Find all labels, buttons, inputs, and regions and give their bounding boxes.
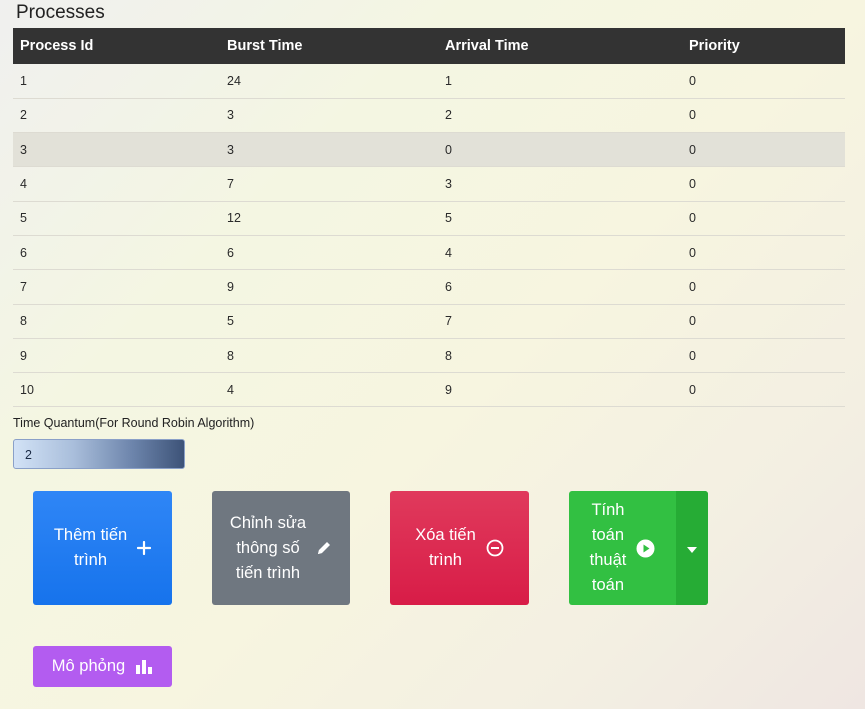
edit-process-label-line: thông số	[236, 538, 300, 557]
cell-priority: 0	[689, 142, 696, 157]
bar-chart-icon	[135, 659, 153, 675]
cell-burst-time: 24	[227, 73, 241, 88]
table-row[interactable]: 8 5 7 0	[13, 304, 845, 339]
edit-process-label: Chỉnh sửa thông số tiến trình	[230, 511, 306, 586]
add-process-label-line: Thêm tiến	[53, 526, 128, 544]
delete-process-label-line: Xóa tiến	[415, 526, 476, 544]
cell-arrival-time: 5	[445, 211, 452, 226]
table-row[interactable]: 9 8 8 0	[13, 338, 845, 373]
table-row[interactable]: 1 24 1 0	[13, 64, 845, 99]
cell-priority: 0	[689, 382, 696, 397]
cell-burst-time: 6	[227, 245, 234, 260]
cell-process-id: 2	[20, 108, 27, 123]
cell-arrival-time: 3	[445, 177, 452, 192]
cell-priority: 0	[689, 73, 696, 88]
calculate-label-line: toán	[591, 576, 625, 594]
process-table: Process Id Burst Time Arrival Time Prior…	[13, 28, 845, 407]
calculate-algorithm-label: Tính toán thuật toán	[590, 498, 627, 598]
cell-priority: 0	[689, 245, 696, 260]
cell-process-id: 3	[20, 142, 27, 157]
simulate-label: Mô phỏng	[51, 657, 126, 675]
play-circle-icon	[636, 539, 655, 558]
calculate-label-line: Tính	[591, 501, 625, 519]
cell-process-id: 5	[20, 211, 27, 226]
header-arrival-time[interactable]: Arrival Time	[438, 28, 682, 64]
cell-arrival-time: 2	[445, 108, 452, 123]
table-row-selected[interactable]: 3 3 0 0	[13, 132, 845, 167]
cell-burst-time: 9	[227, 279, 234, 294]
cell-arrival-time: 4	[445, 245, 452, 260]
cell-priority: 0	[689, 279, 696, 294]
table-row[interactable]: 5 12 5 0	[13, 201, 845, 236]
add-process-button[interactable]: Thêm tiến trình	[33, 491, 172, 605]
minus-circle-icon	[486, 539, 504, 557]
cell-burst-time: 5	[227, 314, 234, 329]
cell-burst-time: 8	[227, 348, 234, 363]
cell-priority: 0	[689, 211, 696, 226]
cell-process-id: 7	[20, 279, 27, 294]
pencil-icon	[316, 540, 332, 556]
page-title: Processes	[16, 2, 105, 23]
cell-priority: 0	[689, 177, 696, 192]
header-burst-time[interactable]: Burst Time	[220, 28, 438, 64]
table-header-row: Process Id Burst Time Arrival Time Prior…	[13, 28, 845, 64]
table-row[interactable]: 10 4 9 0	[13, 373, 845, 407]
add-process-label: Thêm tiến trình	[54, 523, 127, 573]
table-row[interactable]: 2 3 2 0	[13, 98, 845, 133]
header-process-id[interactable]: Process Id	[13, 28, 220, 64]
cell-process-id: 8	[20, 314, 27, 329]
calculate-dropdown-toggle[interactable]	[676, 491, 708, 605]
cell-arrival-time: 9	[445, 382, 452, 397]
cell-arrival-time: 1	[445, 73, 452, 88]
table-row[interactable]: 7 9 6 0	[13, 270, 845, 305]
calculate-label-line: toán	[591, 526, 625, 544]
cell-burst-time: 3	[227, 108, 234, 123]
cell-arrival-time: 6	[445, 279, 452, 294]
cell-process-id: 9	[20, 348, 27, 363]
delete-process-button[interactable]: Xóa tiến trình	[390, 491, 529, 605]
delete-process-label-line: trình	[428, 551, 462, 569]
calculate-algorithm-split-button: Tính toán thuật toán	[569, 491, 708, 605]
cell-arrival-time: 0	[445, 142, 452, 157]
cell-arrival-time: 7	[445, 314, 452, 329]
edit-process-label-line: tiến trình	[235, 563, 301, 582]
cell-burst-time: 7	[227, 177, 234, 192]
calculate-algorithm-button[interactable]: Tính toán thuật toán	[569, 491, 676, 605]
cell-priority: 0	[689, 314, 696, 329]
delete-process-label: Xóa tiến trình	[415, 523, 476, 573]
cell-process-id: 10	[20, 382, 34, 397]
cell-burst-time: 4	[227, 382, 234, 397]
caret-down-icon	[687, 536, 697, 561]
time-quantum-label: Time Quantum(For Round Robin Algorithm)	[13, 416, 255, 430]
cell-process-id: 4	[20, 177, 27, 192]
plus-icon	[137, 541, 152, 555]
add-process-label-line: trình	[73, 551, 108, 569]
time-quantum-input[interactable]: 2	[13, 439, 185, 469]
calculate-label-line: thuật	[589, 551, 627, 569]
cell-priority: 0	[689, 108, 696, 123]
cell-process-id: 6	[20, 245, 27, 260]
simulate-button[interactable]: Mô phỏng	[33, 646, 172, 687]
table-row[interactable]: 6 6 4 0	[13, 235, 845, 270]
cell-priority: 0	[689, 348, 696, 363]
edit-process-button[interactable]: Chỉnh sửa thông số tiến trình	[212, 491, 350, 605]
table-row[interactable]: 4 7 3 0	[13, 167, 845, 202]
cell-burst-time: 3	[227, 142, 234, 157]
edit-process-label-line: Chỉnh sửa	[229, 513, 307, 532]
cell-arrival-time: 8	[445, 348, 452, 363]
cell-burst-time: 12	[227, 211, 241, 226]
cell-process-id: 1	[20, 73, 27, 88]
header-priority[interactable]: Priority	[682, 28, 845, 64]
